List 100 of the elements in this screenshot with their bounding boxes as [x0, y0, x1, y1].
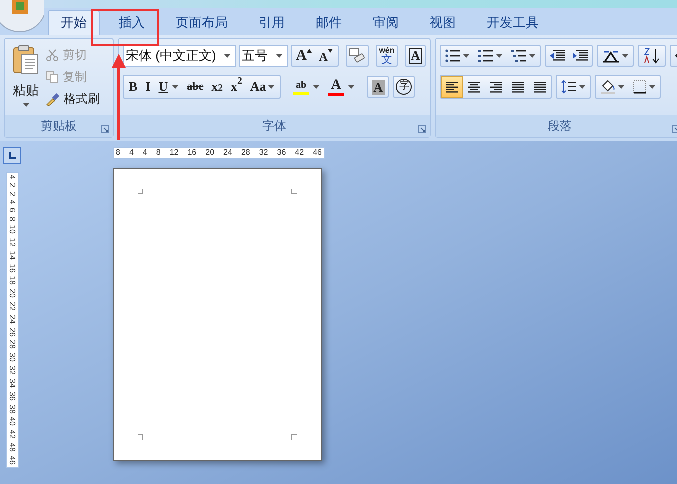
ruler-number: 4 — [129, 149, 134, 157]
ruler-number: 32 — [8, 366, 16, 375]
caret-icon — [649, 85, 656, 89]
scissors-icon — [46, 48, 59, 62]
clear-formatting-button[interactable] — [346, 45, 369, 67]
caret-icon — [224, 54, 231, 58]
enclose-characters-button[interactable]: 字 — [393, 76, 416, 98]
ruler-number: 38 — [8, 404, 16, 414]
ruler-number: 34 — [8, 378, 16, 388]
ruler-number: 8 — [8, 216, 16, 222]
change-case-button[interactable]: Aa — [246, 77, 280, 97]
align-center-icon — [467, 81, 481, 93]
numbered-list-icon — [478, 49, 494, 63]
ruler-number: 36 — [277, 149, 286, 157]
shading-border-button-group[interactable] — [595, 75, 661, 99]
ribbon-tab[interactable]: 邮件 — [304, 10, 354, 35]
ruler-number: 46 — [8, 456, 16, 465]
align-right-icon — [489, 81, 503, 93]
left-tab-icon — [8, 152, 16, 159]
ribbon-tab[interactable]: 审阅 — [361, 10, 411, 35]
format-button[interactable]: B — [125, 77, 142, 97]
ruler-number: 6 — [8, 208, 16, 213]
font-size-dropdown[interactable]: 五号 — [238, 45, 288, 67]
strikethrough-button[interactable]: abc — [183, 77, 208, 97]
paint-bucket-icon — [600, 80, 616, 94]
group-label: 剪贴板 — [41, 118, 77, 135]
format-button[interactable]: x$^{2}$ — [227, 77, 246, 97]
ruler-number: 26 — [8, 328, 16, 337]
increase-indent-icon — [573, 50, 588, 62]
ruler-number: 4 — [142, 149, 148, 157]
eraser-icon — [349, 48, 366, 64]
caret-icon — [172, 85, 180, 89]
highlight-button[interactable]: ab — [289, 77, 324, 97]
caret-icon — [268, 85, 276, 89]
caret-icon — [22, 102, 30, 106]
annotation-box — [91, 9, 159, 46]
ruler-number: 12 — [8, 238, 16, 247]
ruler-number: 2 — [8, 183, 16, 188]
ribbon-tab[interactable]: 视图 — [418, 10, 468, 35]
ruler-number: 16 — [188, 149, 197, 157]
dialog-launcher-icon[interactable] — [101, 125, 109, 133]
ruler-number: 32 — [259, 149, 268, 157]
bullet-list-icon — [445, 49, 461, 63]
grow-font-button[interactable]: A — [293, 45, 316, 67]
margin-corner-icon — [291, 189, 297, 195]
ruler-number: 30 — [8, 353, 16, 362]
phonetic-guide-button[interactable]: wén 文 — [376, 45, 398, 67]
down-triangle-icon — [328, 49, 333, 53]
paste-button[interactable]: 粘贴 — [9, 45, 43, 109]
font-color-button[interactable]: A — [324, 77, 360, 97]
ruler-number: 8 — [116, 149, 120, 157]
align-justify-icon — [511, 81, 525, 93]
caret-icon — [529, 54, 536, 58]
line-spacing-icon — [561, 80, 577, 94]
ruler-number: 42 — [8, 430, 16, 440]
group-label: 段落 — [548, 118, 572, 135]
ruler-number: 18 — [8, 276, 16, 286]
caret-icon — [579, 85, 586, 89]
ribbon-tab[interactable]: 开发工具 — [475, 10, 551, 35]
ribbon-tab[interactable]: 开始 — [48, 10, 100, 35]
ruler-number: 24 — [8, 314, 16, 324]
ribbon-tab[interactable]: 插入 — [107, 10, 157, 35]
character-border-button[interactable]: A — [405, 45, 426, 67]
ruler-number: 4 — [8, 200, 16, 205]
alignment-button[interactable] — [441, 76, 463, 98]
format-button[interactable]: I — [142, 77, 155, 97]
align-distributed-icon — [533, 81, 547, 93]
caret-icon — [276, 54, 284, 58]
character-shading-button[interactable]: A — [367, 76, 390, 98]
group-label: 字体 — [262, 118, 286, 135]
ruler-number: 46 — [313, 149, 322, 157]
painter-button[interactable]: 格式刷 — [46, 89, 100, 109]
caret-icon — [618, 85, 625, 89]
ruler-number: 4 — [8, 175, 16, 180]
ruler-number: 20 — [206, 149, 215, 157]
format-button[interactable]: x$_{2}$ — [208, 77, 227, 97]
align-left-icon — [445, 81, 459, 93]
multilevel-list-icon — [511, 49, 527, 63]
margin-corner-icon — [138, 434, 144, 440]
ruler-number: 22 — [8, 302, 16, 311]
underline-button[interactable]: U — [154, 77, 184, 97]
list-button-group[interactable] — [440, 45, 541, 67]
paintbrush-icon — [46, 92, 60, 106]
dialog-launcher-icon[interactable] — [418, 125, 426, 133]
margin-corner-icon — [291, 434, 297, 440]
font-name-dropdown[interactable]: 宋体 (中文正文) — [123, 45, 236, 67]
ruler-number: 14 — [8, 250, 16, 260]
indent-button-group[interactable] — [545, 45, 593, 67]
ribbon-tab[interactable]: 引用 — [247, 10, 297, 35]
ruler-number: 10 — [8, 225, 16, 234]
ruler-number: 40 — [8, 417, 16, 426]
tab-selector-button[interactable] — [3, 147, 21, 164]
shrink-font-button[interactable]: A — [315, 45, 338, 67]
copy-icon — [46, 70, 59, 84]
ribbon-tab[interactable]: 页面布局 — [164, 10, 240, 35]
ruler-number: 20 — [8, 289, 16, 298]
up-triangle-icon — [307, 49, 312, 53]
ruler-number: 16 — [8, 264, 16, 272]
ruler-number: 42 — [295, 149, 304, 157]
ruler-number: 36 — [8, 392, 16, 401]
